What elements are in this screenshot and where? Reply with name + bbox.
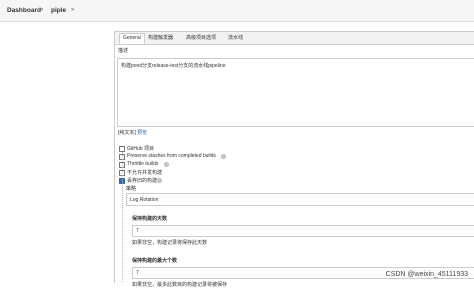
plain-text-label: [纯文本]	[118, 130, 136, 136]
breadcrumb-job[interactable]: piple	[51, 7, 66, 14]
breadcrumb-separator: »	[71, 7, 75, 13]
option-label: 丢弃旧的构建	[127, 178, 158, 184]
days-to-keep-label: 保持构建的天数	[132, 216, 168, 222]
tab-bar: General 构建触发器 高级项目选项 流水线	[115, 32, 474, 45]
tab-build-triggers[interactable]: 构建触发器	[145, 34, 176, 43]
watermark: CSDN @weixin_45111933	[385, 271, 468, 278]
tab-advanced-options[interactable]: 高级项目选项	[183, 34, 219, 43]
option-label: GitHub 项目	[127, 146, 154, 152]
preview-link[interactable]: 预览	[137, 129, 147, 136]
option-label: 不允许并发构建	[127, 170, 163, 176]
max-builds-value: 7	[136, 270, 139, 276]
breadcrumb-dashboard[interactable]: Dashboard	[7, 7, 41, 14]
help-icon[interactable]: ?	[157, 178, 162, 183]
config-panel: General 构建触发器 高级项目选项 流水线 描述 构建pond分支rele…	[114, 31, 474, 288]
option-label: Preserve stashes from completed builds	[127, 153, 216, 159]
days-to-keep-input[interactable]: 7	[132, 225, 474, 237]
max-builds-label: 保持构建的最大个数	[132, 258, 178, 264]
breadcrumb: Dashboard » piple »	[0, 0, 474, 22]
strategy-value: Log Rotation	[130, 197, 159, 203]
strategy-select[interactable]: Log Rotation	[126, 193, 474, 206]
days-to-keep-value: 7	[136, 228, 139, 234]
strategy-label: 策略	[126, 186, 137, 192]
help-icon[interactable]: ?	[164, 162, 169, 167]
section-guide-line	[122, 152, 124, 282]
description-text: 构建pond分支release-test分支的流水线pipeline	[121, 63, 226, 69]
description-label: 描述	[118, 48, 129, 54]
tab-general[interactable]: General	[119, 33, 145, 44]
option-label: Throttle builds	[127, 161, 159, 167]
days-to-keep-help: 如果非空，构建记录将保存此天数	[132, 240, 208, 246]
breadcrumb-separator: »	[40, 7, 44, 13]
description-textarea[interactable]: 构建pond分支release-test分支的流水线pipeline	[117, 58, 474, 127]
max-builds-help: 如果非空，最多此数目的构建记录将被保存	[132, 282, 228, 288]
tab-pipeline[interactable]: 流水线	[225, 34, 246, 43]
help-icon[interactable]: ?	[221, 154, 226, 159]
